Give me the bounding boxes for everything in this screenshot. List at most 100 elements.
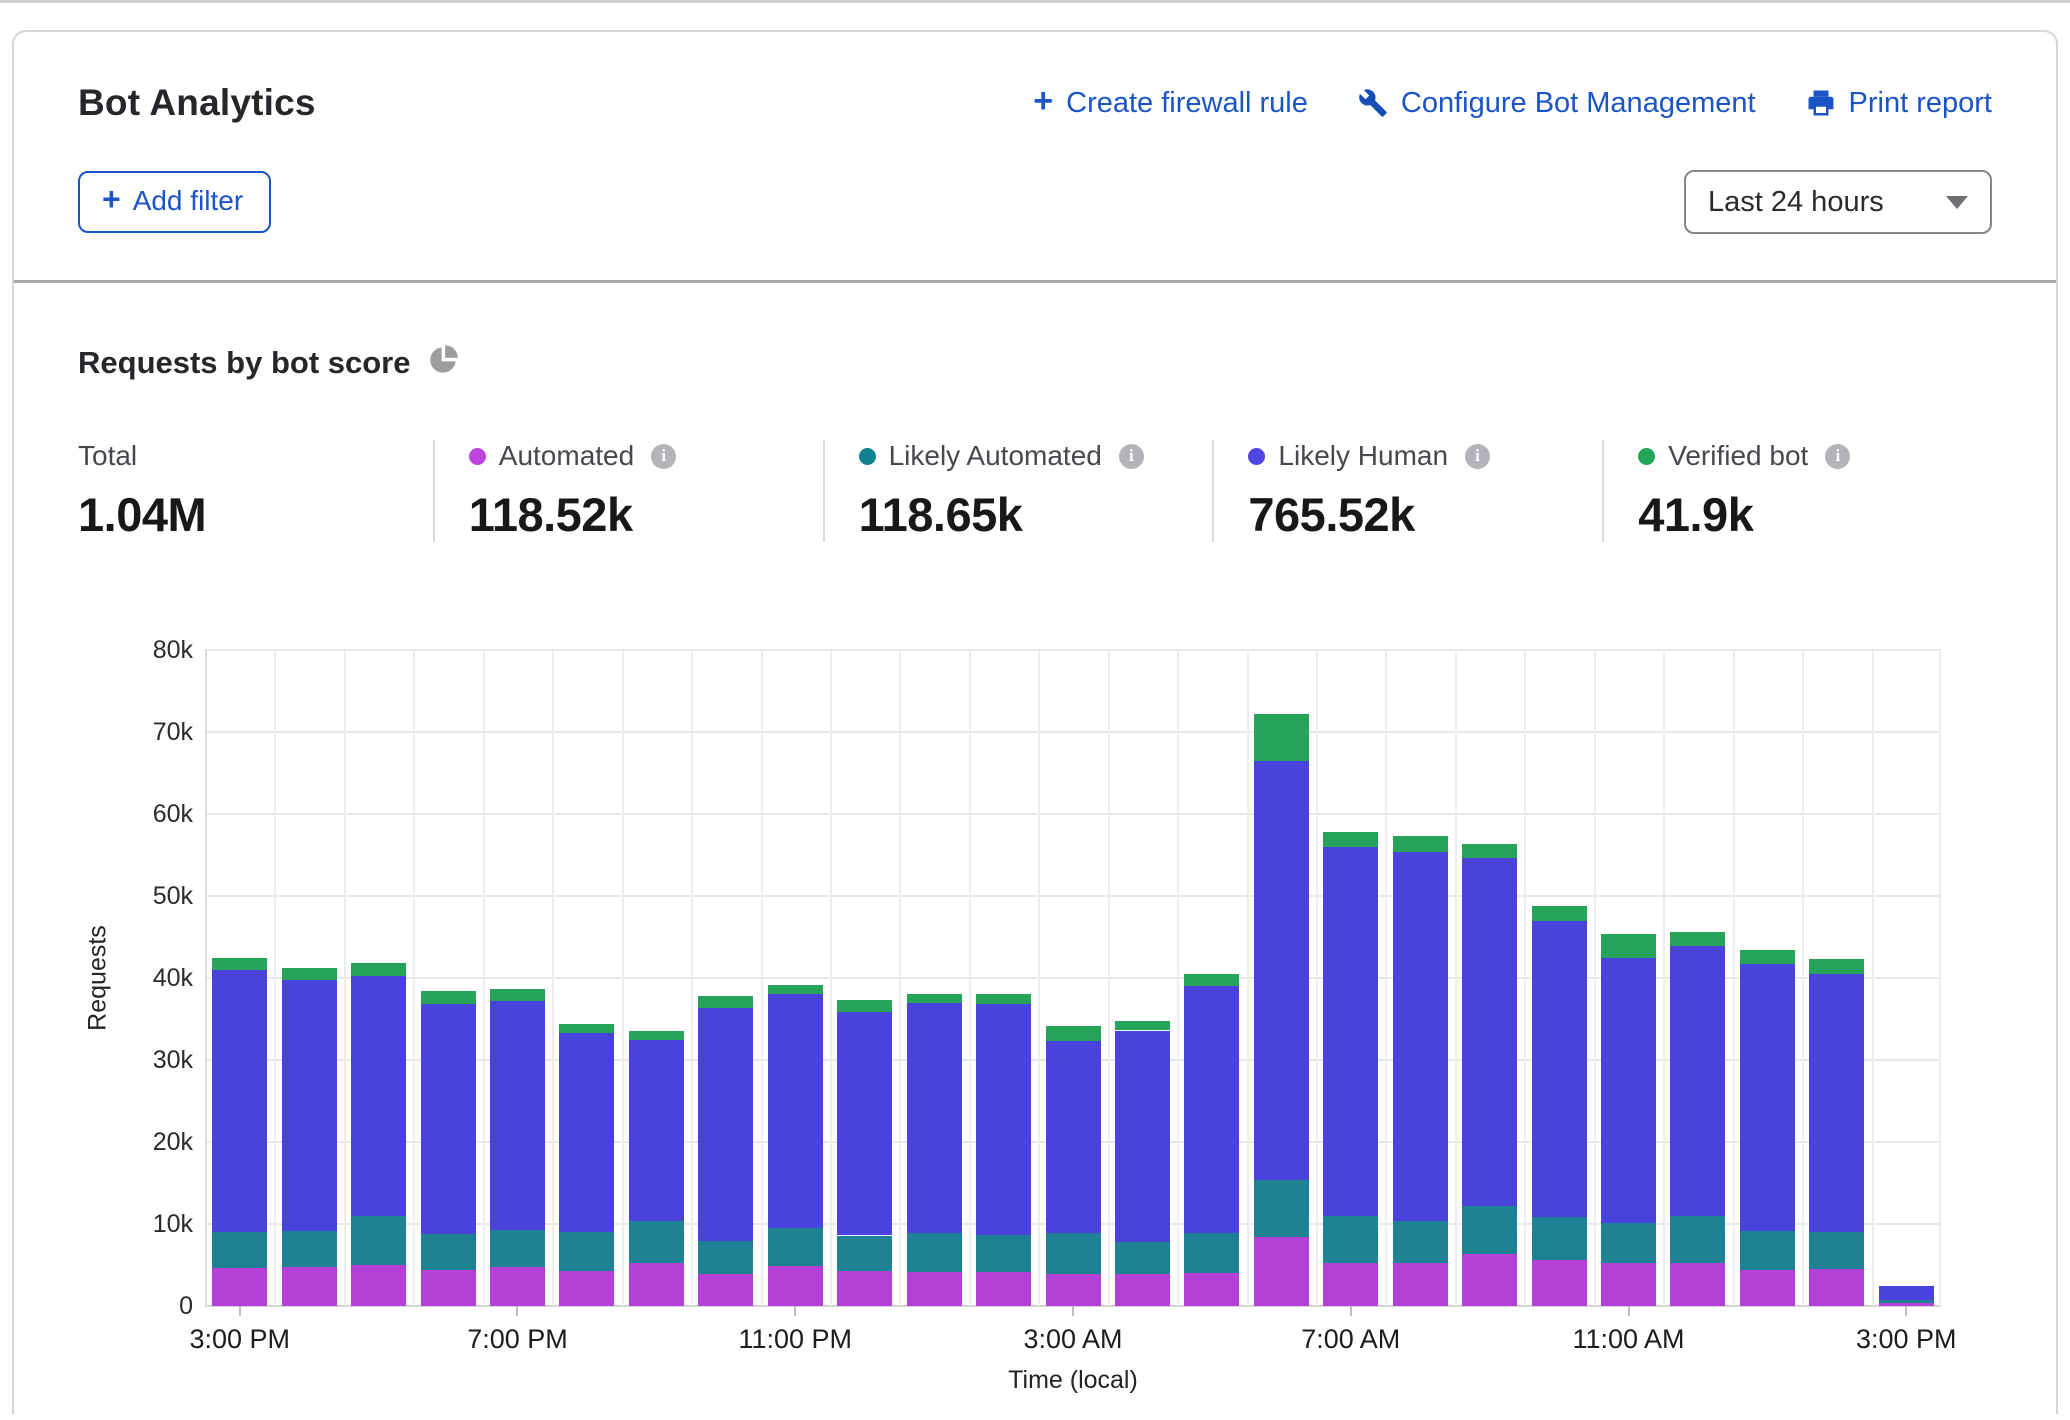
bar-segment-verified-bot[interactable]: [698, 996, 753, 1007]
bar-segment-likely-automated[interactable]: [282, 1231, 337, 1268]
bar-segment-likely-human[interactable]: [1254, 761, 1309, 1180]
bar-segment-likely-automated[interactable]: [212, 1232, 267, 1268]
bar-segment-likely-automated[interactable]: [1670, 1216, 1725, 1264]
bar-segment-automated[interactable]: [421, 1270, 476, 1306]
bar-segment-verified-bot[interactable]: [559, 1024, 614, 1033]
bar-segment-verified-bot[interactable]: [1115, 1021, 1170, 1031]
info-icon[interactable]: i: [651, 444, 676, 469]
info-icon[interactable]: i: [1119, 444, 1144, 469]
bar-segment-likely-human[interactable]: [421, 1004, 476, 1234]
bar-segment-verified-bot[interactable]: [629, 1031, 684, 1040]
bar-segment-likely-human[interactable]: [1601, 958, 1656, 1224]
bar-segment-verified-bot[interactable]: [1740, 950, 1795, 964]
bar-segment-likely-human[interactable]: [212, 970, 267, 1232]
info-icon[interactable]: i: [1465, 444, 1490, 469]
bar-segment-likely-automated[interactable]: [698, 1241, 753, 1274]
bar-segment-verified-bot[interactable]: [490, 989, 545, 1001]
bar-segment-verified-bot[interactable]: [1184, 974, 1239, 986]
bar-segment-likely-automated[interactable]: [559, 1232, 614, 1271]
bar-segment-likely-human[interactable]: [698, 1008, 753, 1242]
bar-segment-likely-automated[interactable]: [1393, 1221, 1448, 1264]
bar-segment-automated[interactable]: [1532, 1260, 1587, 1306]
bar-segment-verified-bot[interactable]: [1809, 959, 1864, 974]
add-filter-button[interactable]: + Add filter: [78, 171, 271, 233]
bar-segment-automated[interactable]: [1601, 1263, 1656, 1306]
bar-segment-automated[interactable]: [559, 1271, 614, 1306]
bar-segment-automated[interactable]: [837, 1271, 892, 1306]
bar-segment-verified-bot[interactable]: [976, 994, 1031, 1004]
bar-segment-automated[interactable]: [698, 1274, 753, 1306]
bar-segment-verified-bot[interactable]: [1532, 906, 1587, 921]
bar-segment-likely-human[interactable]: [837, 1012, 892, 1236]
bar-segment-likely-human[interactable]: [351, 976, 406, 1215]
bar-segment-likely-automated[interactable]: [1184, 1233, 1239, 1273]
bar-segment-likely-automated[interactable]: [629, 1221, 684, 1263]
bar-segment-verified-bot[interactable]: [1601, 934, 1656, 958]
bar-segment-likely-automated[interactable]: [1601, 1223, 1656, 1262]
bar-segment-likely-automated[interactable]: [837, 1236, 892, 1271]
bar-segment-automated[interactable]: [351, 1265, 406, 1306]
create-firewall-rule-link[interactable]: + Create firewall rule: [1033, 86, 1308, 120]
bar-segment-likely-automated[interactable]: [1254, 1180, 1309, 1237]
bar-segment-automated[interactable]: [768, 1266, 823, 1306]
bar-segment-verified-bot[interactable]: [768, 985, 823, 995]
info-icon[interactable]: i: [1825, 444, 1850, 469]
bar-segment-likely-automated[interactable]: [1462, 1206, 1517, 1254]
bar-segment-automated[interactable]: [1254, 1237, 1309, 1306]
bar-segment-automated[interactable]: [629, 1263, 684, 1306]
bar-segment-verified-bot[interactable]: [1254, 714, 1309, 761]
bar-segment-likely-automated[interactable]: [1809, 1232, 1864, 1269]
bar-segment-verified-bot[interactable]: [351, 963, 406, 976]
bar-segment-likely-human[interactable]: [976, 1004, 1031, 1234]
bar-segment-automated[interactable]: [1393, 1263, 1448, 1306]
bar-segment-verified-bot[interactable]: [1393, 836, 1448, 852]
bar-segment-likely-human[interactable]: [1046, 1041, 1101, 1233]
bar-segment-verified-bot[interactable]: [421, 991, 476, 1004]
time-range-select[interactable]: Last 24 hours: [1684, 170, 1992, 234]
bar-segment-verified-bot[interactable]: [212, 958, 267, 969]
bar-segment-likely-human[interactable]: [282, 980, 337, 1231]
bar-segment-likely-automated[interactable]: [1115, 1242, 1170, 1274]
bar-segment-likely-human[interactable]: [1809, 974, 1864, 1232]
bar-segment-verified-bot[interactable]: [1046, 1026, 1101, 1042]
bar-segment-likely-human[interactable]: [559, 1033, 614, 1232]
print-report-link[interactable]: Print report: [1806, 87, 1992, 120]
bar-segment-automated[interactable]: [1462, 1254, 1517, 1306]
bar-segment-automated[interactable]: [490, 1267, 545, 1306]
bar-segment-likely-human[interactable]: [1740, 964, 1795, 1231]
bar-segment-automated[interactable]: [1323, 1263, 1378, 1306]
bar-segment-likely-human[interactable]: [1879, 1286, 1934, 1300]
bar-segment-likely-automated[interactable]: [421, 1234, 476, 1270]
configure-bot-management-link[interactable]: Configure Bot Management: [1358, 87, 1756, 120]
bar-segment-likely-human[interactable]: [907, 1003, 962, 1233]
bar-segment-verified-bot[interactable]: [907, 994, 962, 1003]
bar-segment-likely-human[interactable]: [1670, 946, 1725, 1216]
bar-segment-likely-human[interactable]: [1393, 852, 1448, 1221]
bar-segment-likely-automated[interactable]: [1740, 1231, 1795, 1270]
bar-segment-likely-human[interactable]: [629, 1040, 684, 1220]
bar-segment-likely-automated[interactable]: [1879, 1300, 1934, 1302]
bar-segment-verified-bot[interactable]: [1462, 844, 1517, 859]
bar-segment-verified-bot[interactable]: [1323, 832, 1378, 847]
bar-segment-automated[interactable]: [1670, 1263, 1725, 1306]
bar-segment-likely-automated[interactable]: [768, 1228, 823, 1266]
bar-segment-likely-automated[interactable]: [490, 1230, 545, 1268]
bar-segment-likely-automated[interactable]: [1532, 1217, 1587, 1260]
bar-segment-automated[interactable]: [1046, 1274, 1101, 1306]
bar-segment-likely-automated[interactable]: [907, 1233, 962, 1272]
bar-segment-automated[interactable]: [976, 1272, 1031, 1306]
bar-segment-likely-human[interactable]: [1115, 1031, 1170, 1243]
bar-segment-likely-human[interactable]: [768, 994, 823, 1228]
bar-segment-verified-bot[interactable]: [1670, 932, 1725, 946]
bar-segment-automated[interactable]: [1740, 1270, 1795, 1306]
bar-segment-automated[interactable]: [212, 1268, 267, 1306]
bar-segment-verified-bot[interactable]: [282, 968, 337, 979]
bar-segment-likely-automated[interactable]: [1046, 1233, 1101, 1274]
bar-segment-likely-automated[interactable]: [1323, 1216, 1378, 1263]
bar-segment-automated[interactable]: [1115, 1274, 1170, 1306]
bar-segment-likely-human[interactable]: [1323, 847, 1378, 1216]
bar-segment-automated[interactable]: [907, 1272, 962, 1306]
bar-segment-likely-human[interactable]: [1462, 858, 1517, 1206]
bar-segment-verified-bot[interactable]: [837, 1000, 892, 1011]
bar-segment-likely-human[interactable]: [1532, 921, 1587, 1218]
